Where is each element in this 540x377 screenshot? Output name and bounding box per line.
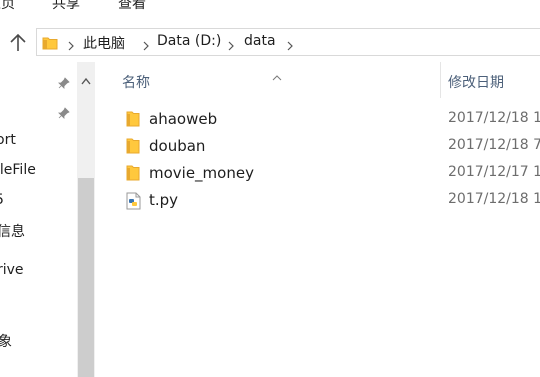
chevron-right-icon[interactable] (142, 37, 150, 51)
tab-home[interactable]: 主页 (0, 0, 15, 13)
chevron-right-icon[interactable] (227, 37, 235, 51)
file-list: 名称 修改日期 ahaoweb 2017/12/18 1 douban 2017… (98, 62, 540, 377)
folder-icon (126, 111, 140, 131)
nav-item-5[interactable]: rive (0, 262, 24, 278)
ribbon: 主页 共享 查看 (0, 0, 540, 22)
folder-icon (42, 35, 58, 54)
list-item[interactable]: movie_money 2017/12/17 1 (98, 160, 540, 187)
list-item[interactable]: t.py 2017/12/18 1 (98, 187, 540, 214)
column-header-date[interactable]: 修改日期 (448, 72, 504, 92)
address-bar[interactable]: 此电脑 Data (D:) data (36, 28, 540, 56)
file-name: douban (149, 137, 206, 155)
nav-item-3[interactable]: 5 (0, 192, 4, 208)
breadcrumb-this-pc[interactable]: 此电脑 (83, 33, 125, 53)
chevron-right-icon[interactable] (67, 37, 75, 51)
nav-item-1[interactable]: ort (0, 132, 16, 148)
arrow-up-icon (10, 33, 26, 51)
pin-icon[interactable] (58, 104, 70, 119)
tab-view[interactable]: 查看 (118, 0, 146, 13)
column-header-name[interactable]: 名称 (122, 72, 150, 92)
nav-scrollbar[interactable] (77, 62, 95, 377)
list-item[interactable]: ahaoweb 2017/12/18 1 (98, 106, 540, 133)
folder-icon (126, 165, 140, 185)
file-date: 2017/12/18 1 (448, 191, 540, 207)
address-row: 此电脑 Data (D:) data (0, 26, 540, 60)
pin-icon[interactable] (58, 74, 70, 89)
file-name: ahaoweb (149, 110, 218, 128)
nav-item-4[interactable]: 信息 (0, 221, 25, 241)
file-name: movie_money (149, 164, 254, 182)
python-file-icon (126, 192, 142, 214)
list-item[interactable]: douban 2017/12/18 7 (98, 133, 540, 160)
chevron-right-icon[interactable] (286, 37, 294, 51)
column-divider[interactable] (440, 62, 441, 98)
breadcrumb-drive-d[interactable]: Data (D:) (157, 33, 221, 49)
file-date: 2017/12/18 7 (448, 137, 540, 153)
sort-ascending-icon (272, 66, 282, 81)
breadcrumb-data[interactable]: data (244, 33, 276, 49)
file-date: 2017/12/18 1 (448, 110, 540, 126)
file-date: 2017/12/17 1 (448, 164, 540, 180)
nav-item-2[interactable]: ileFile (0, 162, 36, 178)
file-name: t.py (149, 191, 179, 209)
nav-item-6[interactable]: 象 (0, 331, 12, 351)
folder-icon (126, 138, 140, 158)
scroll-up-icon[interactable] (81, 70, 91, 85)
scrollbar-thumb[interactable] (78, 178, 94, 377)
tab-share[interactable]: 共享 (52, 0, 80, 13)
up-button[interactable] (6, 32, 30, 54)
